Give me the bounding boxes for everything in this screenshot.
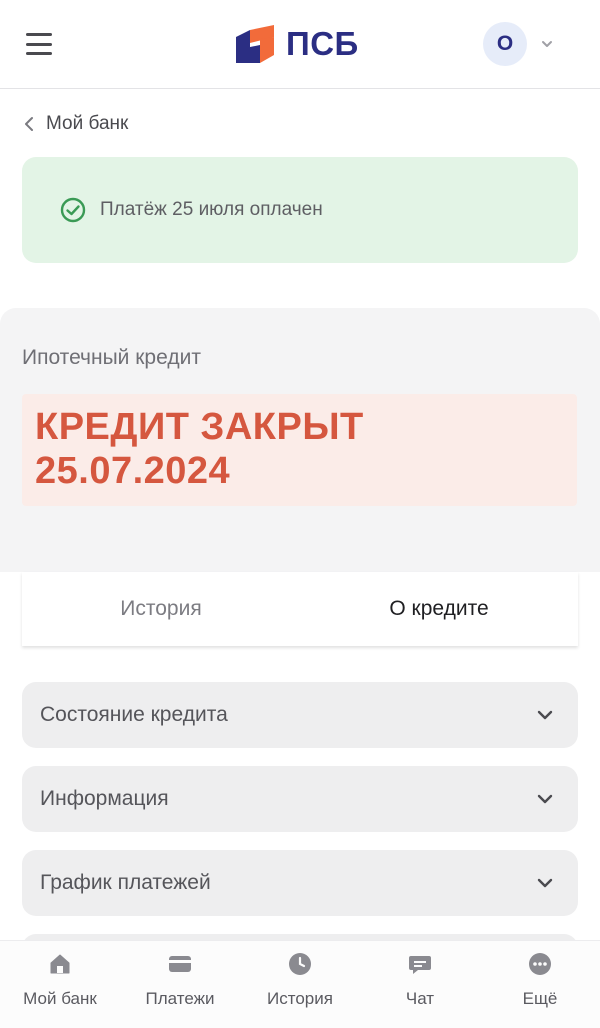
menu-icon-bar: [26, 52, 52, 55]
more-icon: [529, 953, 551, 975]
menu-icon-bar: [26, 33, 52, 36]
nav-label: Платежи: [145, 989, 215, 1008]
nav-history[interactable]: История: [240, 941, 360, 1028]
check-circle-icon: [60, 197, 86, 223]
breadcrumb-back[interactable]: Мой банк: [22, 110, 128, 138]
user-avatar[interactable]: О: [483, 22, 527, 66]
card-icon: [169, 956, 191, 972]
nav-label: Чат: [405, 989, 435, 1008]
nav-label: История: [267, 989, 333, 1008]
accordion-title: Состояние кредита: [40, 703, 228, 726]
accordion-loan-status[interactable]: Состояние кредита: [22, 682, 578, 748]
chat-icon: [409, 956, 431, 974]
chevron-down-icon[interactable]: [540, 37, 554, 51]
logo-mark-icon: [236, 25, 274, 63]
payment-success-notice: Платёж 25 июля оплачен: [22, 157, 578, 263]
menu-icon-bar: [26, 42, 52, 46]
nav-my-bank[interactable]: Мой банк: [0, 941, 120, 1028]
clock-icon: [289, 953, 311, 975]
accordion-payment-schedule[interactable]: График платежей: [22, 850, 578, 916]
chevron-down-icon: [537, 794, 553, 804]
loan-tabs: История О кредите: [22, 572, 578, 646]
loan-status-date: 25.07.2024: [35, 450, 231, 492]
nav-payments[interactable]: Платежи: [120, 941, 240, 1028]
chevron-down-icon: [537, 710, 553, 720]
nav-more[interactable]: Ещё: [480, 941, 600, 1028]
chevron-left-icon: [25, 117, 33, 131]
home-icon: [50, 954, 70, 974]
menu-icon[interactable]: [26, 33, 52, 55]
loan-type-label: Ипотечный кредит: [22, 346, 201, 369]
chevron-down-icon: [537, 878, 553, 888]
tab-history[interactable]: История: [22, 572, 300, 646]
app-header: ПСБ О: [0, 0, 600, 89]
accordion-information[interactable]: Информация: [22, 766, 578, 832]
nav-label: Ещё: [522, 989, 558, 1008]
accordion-title: Информация: [40, 787, 169, 810]
loan-status-banner: КРЕДИТ ЗАКРЫТ 25.07.2024: [22, 394, 577, 506]
loan-card: Ипотечный кредит КРЕДИТ ЗАКРЫТ 25.07.202…: [0, 308, 600, 572]
bottom-navigation: Мой банк Платежи История Чат Ещё: [0, 940, 600, 1028]
logo-text: ПСБ: [286, 25, 359, 62]
brand-logo[interactable]: ПСБ: [236, 24, 359, 64]
accordion-title: График платежей: [40, 871, 211, 894]
breadcrumb-label: Мой банк: [46, 113, 129, 134]
nav-chat[interactable]: Чат: [360, 941, 480, 1028]
nav-label: Мой банк: [23, 989, 97, 1008]
notice-text: Платёж 25 июля оплачен: [100, 199, 323, 220]
tab-about-loan[interactable]: О кредите: [300, 572, 578, 646]
loan-status-title: КРЕДИТ ЗАКРЫТ: [35, 406, 364, 448]
